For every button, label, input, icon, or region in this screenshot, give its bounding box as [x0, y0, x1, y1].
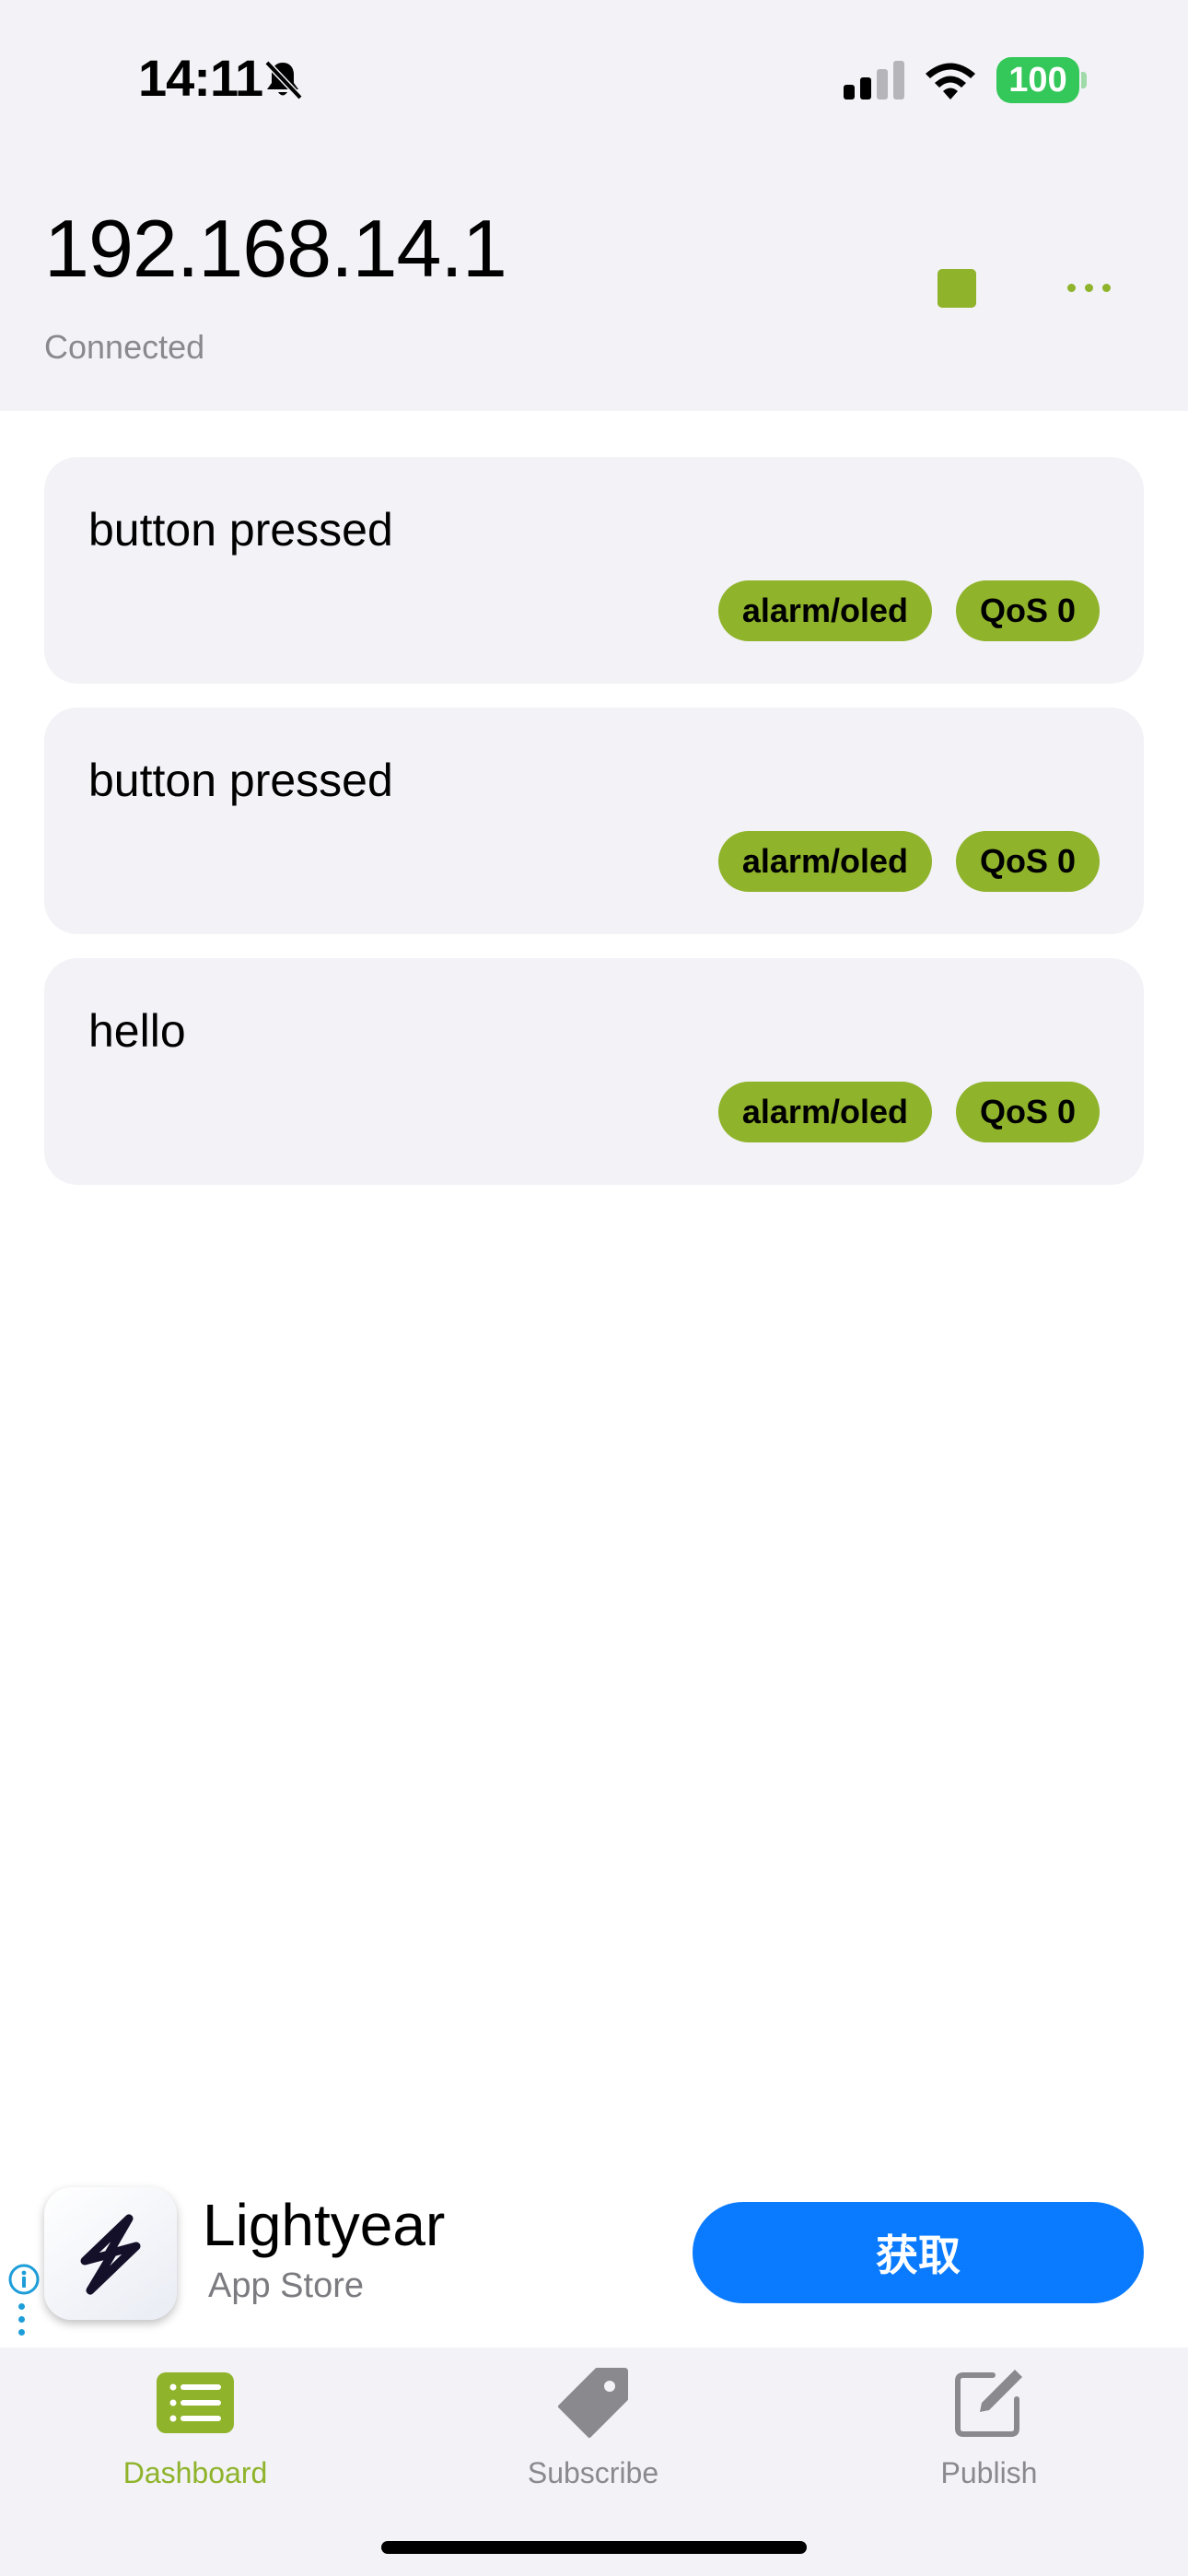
ad-dot — [18, 2329, 25, 2336]
message-card[interactable]: hello alarm/oled QoS 0 — [44, 958, 1144, 1185]
ad-dot — [18, 2316, 25, 2323]
more-dot — [1101, 283, 1111, 292]
message-tags: alarm/oled QoS 0 — [717, 580, 1100, 641]
list-icon — [155, 2366, 236, 2440]
message-tags: alarm/oled QoS 0 — [717, 831, 1100, 892]
tag-icon — [553, 2366, 634, 2440]
battery-level: 100 — [1008, 60, 1067, 100]
compose-icon — [949, 2366, 1030, 2440]
qos-badge: QoS 0 — [955, 831, 1100, 892]
ad-app-name[interactable]: Lightyear — [203, 2191, 445, 2259]
more-dot — [1066, 283, 1076, 292]
ad-app-icon[interactable] — [44, 2187, 177, 2320]
home-indicator — [381, 2541, 807, 2554]
message-card[interactable]: button pressed alarm/oled QoS 0 — [44, 457, 1144, 684]
message-text: button pressed — [88, 755, 393, 806]
message-text: button pressed — [88, 504, 393, 556]
message-card[interactable]: button pressed alarm/oled QoS 0 — [44, 708, 1144, 934]
tab-label: Subscribe — [527, 2456, 659, 2489]
get-app-button[interactable]: 获取 — [693, 2202, 1144, 2303]
tab-publish[interactable]: Publish — [869, 2366, 1109, 2504]
info-icon[interactable] — [7, 2263, 41, 2296]
ad-dot — [18, 2303, 25, 2310]
ad-app-source: App Store — [208, 2266, 364, 2305]
topic-badge: alarm/oled — [717, 831, 932, 892]
cellular-signal-icon — [844, 61, 904, 100]
bell-slash-icon — [264, 60, 303, 100]
connection-status: Connected — [44, 328, 205, 366]
tab-dashboard[interactable]: Dashboard — [76, 2366, 315, 2504]
message-list: button pressed alarm/oled QoS 0 button p… — [44, 457, 1144, 1209]
lightning-bolt-icon — [80, 2214, 141, 2295]
topic-badge: alarm/oled — [717, 1082, 932, 1142]
ad-options-dots[interactable] — [18, 2303, 26, 2340]
tab-label: Publish — [940, 2456, 1038, 2489]
tab-label: Dashboard — [122, 2456, 268, 2489]
wifi-icon — [926, 63, 975, 100]
page-title: 192.168.14.1 — [44, 203, 507, 294]
stop-icon[interactable] — [938, 269, 976, 308]
tab-subscribe[interactable]: Subscribe — [473, 2366, 713, 2504]
topic-badge: alarm/oled — [717, 580, 932, 641]
battery-cap — [1081, 72, 1087, 88]
battery-indicator: 100 — [996, 57, 1079, 103]
qos-badge: QoS 0 — [955, 580, 1100, 641]
more-icon[interactable] — [1059, 273, 1118, 302]
message-text: hello — [88, 1005, 186, 1057]
message-tags: alarm/oled QoS 0 — [717, 1082, 1100, 1142]
more-dot — [1084, 283, 1093, 292]
qos-badge: QoS 0 — [955, 1082, 1100, 1142]
status-time: 14:11 — [138, 49, 263, 107]
